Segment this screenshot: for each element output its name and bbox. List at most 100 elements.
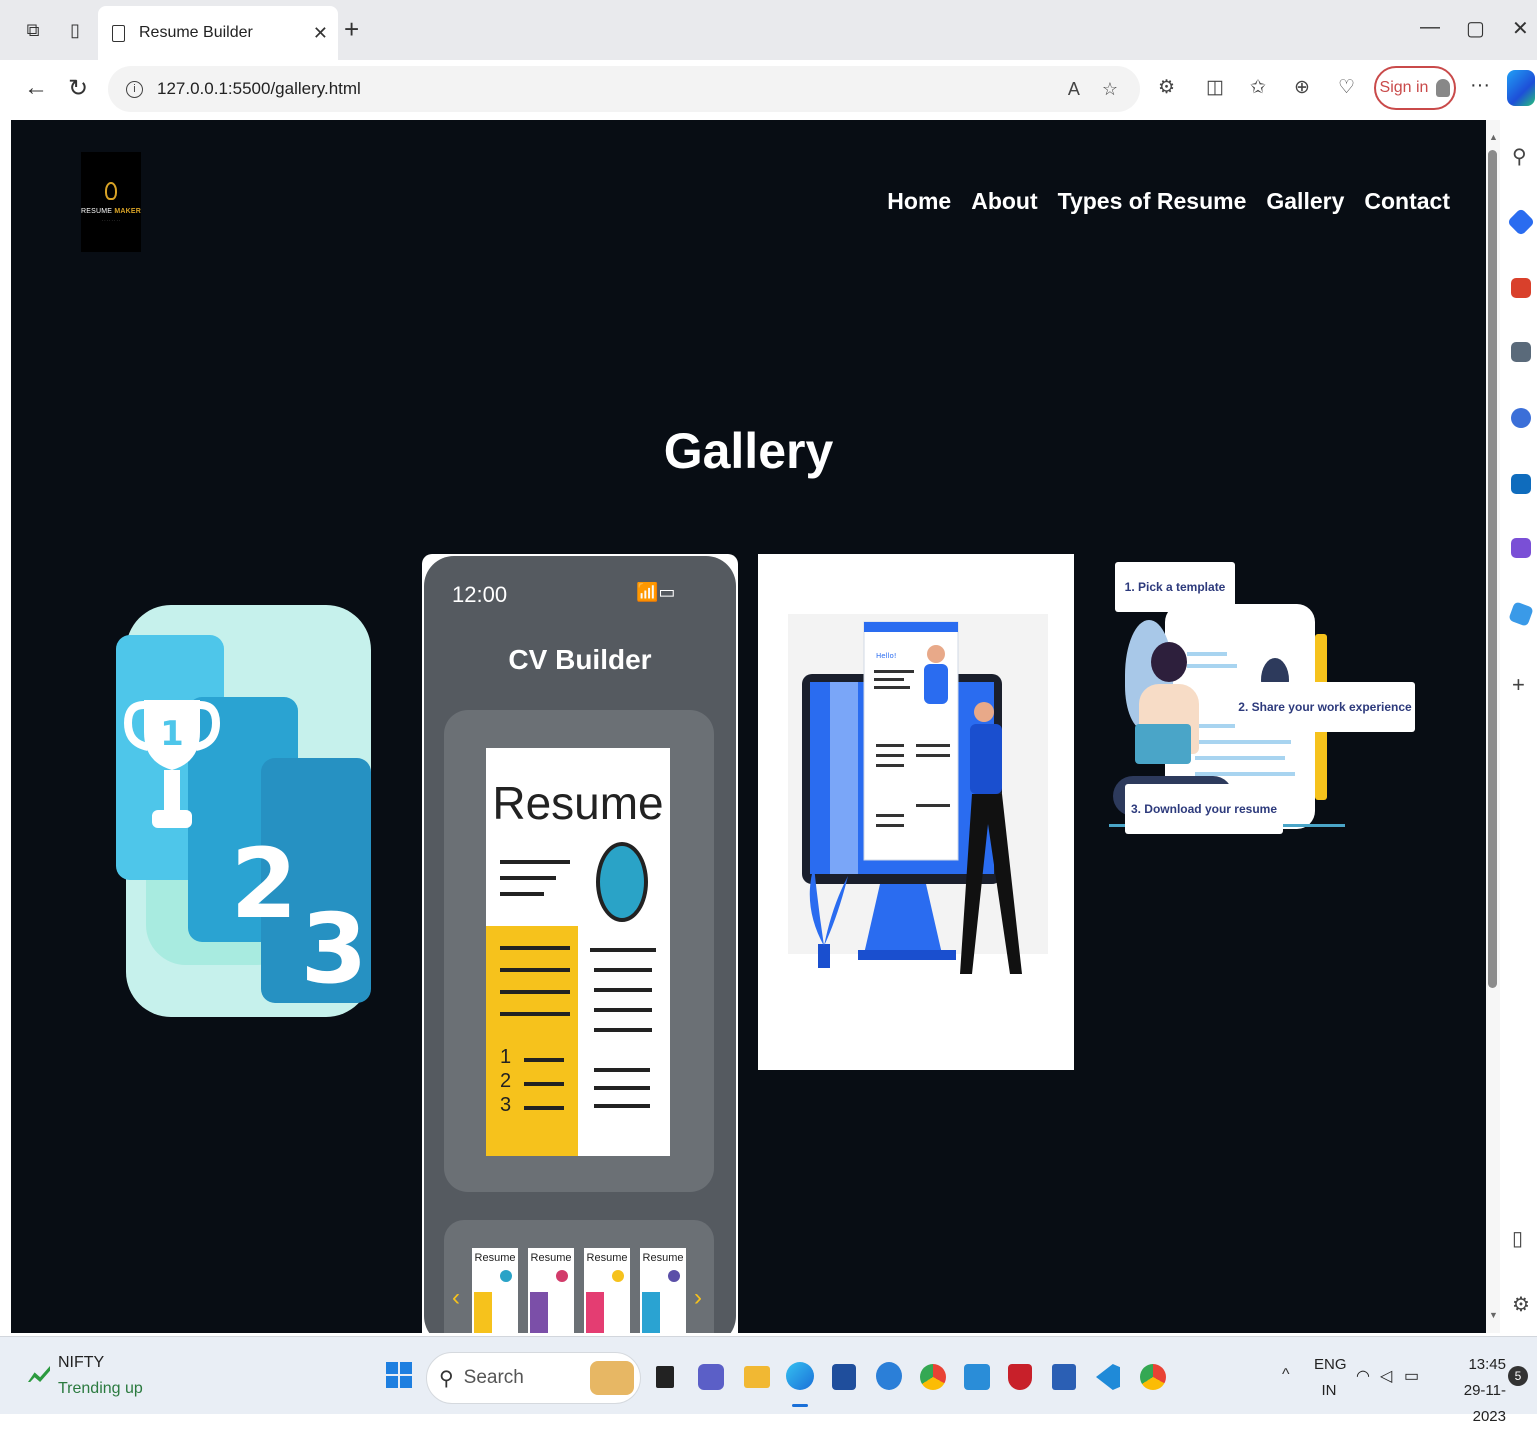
chrome-profile-icon[interactable] <box>1140 1364 1166 1390</box>
tab-actions-icon[interactable]: ▯ <box>64 18 86 42</box>
edge-icon[interactable] <box>786 1362 814 1390</box>
more-menu-icon[interactable]: ··· <box>1470 74 1490 97</box>
sidebar-search-icon[interactable]: ⚲ <box>1512 144 1527 169</box>
search-highlight-icon <box>590 1361 634 1395</box>
edge-sidebar <box>1500 120 1537 1333</box>
sidebar-panel-icon[interactable]: ▯ <box>1512 1226 1523 1251</box>
teams-icon[interactable] <box>698 1364 724 1390</box>
workspaces-icon[interactable]: ⧉ <box>22 18 44 42</box>
gallery-image-ranking[interactable]: 1 2 3 <box>116 605 376 1020</box>
clock[interactable]: 13:45 29-11-2023 <box>1434 1352 1506 1430</box>
chrome-icon[interactable] <box>920 1364 946 1390</box>
phone-app-title: CV Builder <box>508 644 652 675</box>
word-icon[interactable] <box>1052 1364 1076 1390</box>
scroll-up-icon[interactable]: ▲ <box>1489 132 1498 142</box>
favorites-icon[interactable]: ✩ <box>1250 76 1266 99</box>
gallery-image-steps[interactable]: 1. Pick a template 2. Share your work ex… <box>1095 554 1415 844</box>
url-text: 127.0.0.1:5500/gallery.html <box>157 79 361 98</box>
sidebar-settings-icon[interactable]: ⚙ <box>1512 1292 1530 1317</box>
restore-button[interactable]: ▢ <box>1466 16 1485 41</box>
nav-home[interactable]: Home <box>887 188 951 215</box>
resume-sidebar: 1 2 3 <box>486 926 578 1156</box>
template-thumb-blue[interactable]: Resume <box>640 1248 686 1333</box>
carousel-prev-icon[interactable]: ‹ <box>452 1284 460 1312</box>
resume-list-number-2: 2 <box>500 1070 512 1092</box>
myhp-icon[interactable] <box>964 1364 990 1390</box>
step-2-card: 2. Share your work experience <box>1235 682 1415 732</box>
refresh-button[interactable]: ↻ <box>68 74 88 103</box>
svg-text:2: 2 <box>231 828 298 940</box>
language-bottom: IN <box>1321 1382 1337 1399</box>
language-indicator[interactable]: ENG IN <box>1314 1352 1347 1404</box>
split-screen-icon[interactable]: ◫ <box>1206 76 1224 99</box>
sidebar-tools-icon[interactable] <box>1511 278 1531 298</box>
site-logo[interactable]: RESUME MAKER · · · · · · · · <box>81 152 141 252</box>
svg-text:1: 1 <box>160 714 184 754</box>
volume-icon[interactable]: ◁ <box>1380 1366 1392 1386</box>
monitor-hello-text: Hello! <box>876 652 897 660</box>
nav-about[interactable]: About <box>971 188 1037 215</box>
sign-in-label: Sign in <box>1379 79 1429 96</box>
read-aloud-icon[interactable]: A <box>1068 79 1080 100</box>
battery-icon[interactable]: ▭ <box>1404 1366 1419 1386</box>
resume-list-number-3: 3 <box>500 1094 512 1116</box>
sign-in-button[interactable]: Sign in <box>1374 66 1456 110</box>
sidebar-designer-icon[interactable] <box>1511 538 1531 558</box>
mcafee-icon[interactable] <box>1008 1364 1032 1390</box>
close-tab-icon[interactable]: ✕ <box>313 23 328 44</box>
copilot-icon[interactable] <box>1507 70 1535 106</box>
widget-title[interactable]: NIFTY <box>58 1354 104 1372</box>
tray-overflow-icon[interactable]: ^ <box>1282 1366 1290 1384</box>
collections-icon[interactable]: ⊕ <box>1294 76 1310 99</box>
template-thumb-yellow[interactable]: Resume <box>472 1248 518 1333</box>
help-icon[interactable] <box>876 1362 902 1390</box>
browser-tab[interactable]: Resume Builder ✕ <box>98 6 338 60</box>
nav-types-of-resume[interactable]: Types of Resume <box>1058 188 1247 215</box>
url-field[interactable]: i 127.0.0.1:5500/gallery.html A ☆ <box>108 66 1140 112</box>
scroll-down-icon[interactable]: ▼ <box>1489 1310 1498 1320</box>
favorite-star-icon[interactable]: ☆ <box>1102 79 1118 100</box>
step-1-card: 1. Pick a template <box>1115 562 1235 612</box>
template-thumb-purple[interactable]: Resume <box>528 1248 574 1333</box>
browser-essentials-icon[interactable]: ♡ <box>1338 76 1355 99</box>
language-top: ENG <box>1314 1356 1347 1373</box>
extensions-icon[interactable]: ⚙ <box>1158 76 1175 99</box>
tab-title: Resume Builder <box>139 24 253 41</box>
resume-list-number-1: 1 <box>500 1046 512 1068</box>
edge-active-indicator <box>792 1404 808 1407</box>
wifi-icon[interactable]: ◠ <box>1356 1366 1370 1386</box>
notification-badge[interactable]: 5 <box>1508 1366 1528 1386</box>
page-viewport: RESUME MAKER · · · · · · · · Home About … <box>11 120 1486 1333</box>
carousel-next-icon[interactable]: › <box>694 1284 702 1312</box>
store-icon[interactable] <box>832 1364 856 1390</box>
taskbar-search[interactable]: ⚲ Search <box>426 1352 641 1404</box>
phone-body: 12:00 📶▭ CV Builder Resume 1 2 3 ‹ › Res… <box>424 556 736 1333</box>
resume-card-title: Resume <box>492 777 664 829</box>
profile-avatar-icon <box>1436 79 1451 97</box>
phone-clock: 12:00 <box>452 582 508 607</box>
nav-gallery[interactable]: Gallery <box>1266 188 1344 215</box>
close-window-button[interactable]: ✕ <box>1512 16 1529 41</box>
sidebar-add-icon[interactable]: + <box>1512 672 1525 698</box>
logo-text-prefix: RESUME <box>81 207 115 215</box>
site-info-icon[interactable]: i <box>126 80 143 98</box>
new-tab-button[interactable]: + <box>344 14 359 45</box>
widget-subtitle[interactable]: Trending up <box>58 1380 143 1398</box>
file-explorer-icon[interactable] <box>744 1366 770 1388</box>
clock-time: 13:45 <box>1468 1356 1506 1373</box>
back-button[interactable]: ← <box>24 74 48 102</box>
minimize-button[interactable]: — <box>1420 16 1440 39</box>
nav-contact[interactable]: Contact <box>1364 188 1450 215</box>
template-thumb-pink[interactable]: Resume <box>584 1248 630 1333</box>
sidebar-m365-icon[interactable] <box>1511 408 1531 428</box>
gallery-image-monitor[interactable]: Hello! <box>758 554 1074 1070</box>
sidebar-outlook-icon[interactable] <box>1511 474 1531 494</box>
sidebar-games-icon[interactable] <box>1511 342 1531 362</box>
scrollbar-thumb[interactable] <box>1488 150 1497 988</box>
task-view-icon[interactable] <box>656 1366 674 1388</box>
resume-preview: Resume 1 2 3 <box>486 748 670 1156</box>
resume-avatar-icon <box>596 842 648 922</box>
gallery-image-cv-builder[interactable]: 12:00 📶▭ CV Builder Resume 1 2 3 ‹ › Res… <box>422 554 738 1333</box>
windows-start-icon[interactable] <box>386 1362 412 1388</box>
resume-card: Resume 1 2 3 <box>444 710 714 1192</box>
